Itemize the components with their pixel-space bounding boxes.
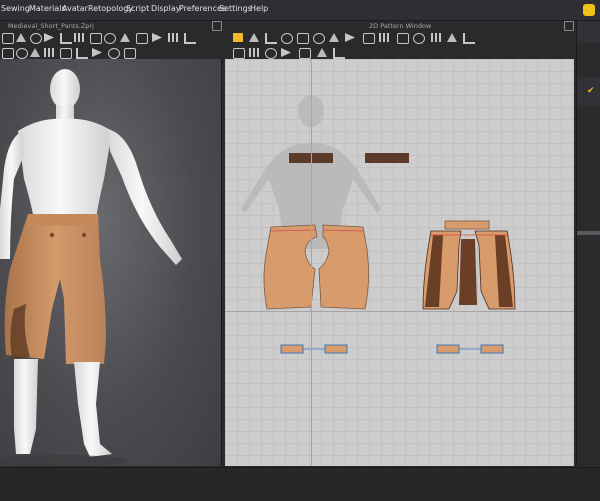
- menu-materials[interactable]: Materials: [29, 4, 66, 13]
- polygon-icon[interactable]: [329, 33, 339, 42]
- stress-map-icon[interactable]: [76, 48, 88, 59]
- menu-display[interactable]: Display: [151, 4, 181, 13]
- waistband-piece-right: [365, 153, 409, 163]
- grid-icon[interactable]: [249, 48, 259, 57]
- grading-icon[interactable]: [463, 33, 475, 44]
- maximize-icon[interactable]: [212, 21, 222, 31]
- pattern-window-2d[interactable]: [225, 59, 574, 466]
- segment-sewing-icon[interactable]: [397, 33, 409, 44]
- back-yoke-piece: [444, 220, 490, 230]
- button-tool-icon[interactable]: [447, 33, 457, 42]
- pants-waistband: [28, 214, 98, 226]
- rectangle-icon[interactable]: [297, 33, 309, 44]
- camera-icon[interactable]: [92, 48, 102, 57]
- play-icon[interactable]: [44, 33, 54, 42]
- free-sewing-icon[interactable]: [413, 33, 425, 44]
- avatar-scene: [0, 69, 182, 466]
- fold-icon[interactable]: [90, 33, 102, 44]
- skin-icon[interactable]: [16, 48, 28, 59]
- viewport-3d[interactable]: [0, 59, 222, 466]
- render-icon[interactable]: [124, 48, 136, 59]
- avatar-leg-right: [74, 362, 112, 457]
- menu-help[interactable]: Help: [250, 4, 268, 13]
- fitting-icon[interactable]: [136, 33, 148, 44]
- pants-button-left: [49, 232, 55, 238]
- panel-header: [577, 21, 600, 43]
- front-pant-piece-right: [318, 224, 369, 310]
- pattern-display-icon[interactable]: [233, 48, 245, 59]
- avatar-torso: [18, 118, 112, 219]
- rotate-icon[interactable]: [30, 33, 42, 44]
- avatar-head: [50, 69, 80, 109]
- edit-pattern-icon[interactable]: [249, 33, 259, 42]
- internal-line-icon[interactable]: [363, 33, 375, 44]
- measure-icon[interactable]: [74, 33, 84, 42]
- status-bar: [0, 467, 600, 501]
- texture-icon[interactable]: [168, 33, 178, 42]
- pin-icon[interactable]: [60, 33, 72, 44]
- tack-icon[interactable]: [104, 33, 116, 44]
- avatar-leg-left: [14, 359, 38, 454]
- pattern-canvas: [241, 95, 516, 354]
- transform-pattern-icon[interactable]: [233, 33, 243, 42]
- fold-pattern-icon[interactable]: [317, 48, 327, 57]
- clo-logo-icon[interactable]: [583, 4, 595, 16]
- select-icon[interactable]: [2, 33, 14, 44]
- maximize-icon[interactable]: [564, 21, 574, 31]
- simulate-icon[interactable]: [152, 33, 162, 42]
- panel-divider: [577, 231, 600, 235]
- floor-shadow: [0, 455, 130, 466]
- circle-icon[interactable]: [313, 33, 325, 44]
- window-title-2d: 2D Pattern Window: [369, 22, 432, 30]
- cuff-piece-4: [480, 344, 504, 354]
- axis-vertical: [311, 59, 312, 466]
- garment-display-icon[interactable]: [44, 48, 54, 57]
- pants-button-right: [81, 232, 87, 238]
- avatar-arm-right: [108, 129, 182, 265]
- skeleton-icon[interactable]: [30, 48, 40, 57]
- transform-icon[interactable]: [120, 33, 130, 42]
- cuff-piece-1: [280, 344, 304, 354]
- curve-point-icon[interactable]: [281, 33, 293, 44]
- window-title-3d: Medieval_Short_Pants.Zprj: [8, 22, 94, 30]
- move-icon[interactable]: [16, 33, 26, 42]
- avatar-display-icon[interactable]: [2, 48, 14, 59]
- menu-settings[interactable]: Settings: [219, 4, 252, 13]
- cuff-piece-3: [436, 344, 460, 354]
- menu-bar: Sewing Materials Avatar Retopology Scrip…: [0, 0, 600, 21]
- checkmark-icon[interactable]: ✔: [587, 86, 595, 96]
- menu-sewing[interactable]: Sewing: [1, 4, 30, 13]
- trace-icon[interactable]: [333, 48, 345, 59]
- menu-script[interactable]: Script: [126, 4, 149, 13]
- edit-point-icon[interactable]: [265, 33, 277, 44]
- symmetry-icon[interactable]: [299, 48, 311, 59]
- menu-avatar[interactable]: Avatar: [62, 4, 88, 13]
- toolbar-3d: Medieval_Short_Pants.Zprj: [0, 21, 222, 59]
- graphic-icon[interactable]: [184, 33, 196, 44]
- toolbar-2d: 2D Pattern Window: [225, 21, 574, 59]
- cuff-piece-2: [324, 344, 348, 354]
- back-center-panel: [459, 239, 477, 305]
- axis-horizontal: [225, 311, 574, 312]
- seam-icon[interactable]: [379, 33, 389, 42]
- front-pant-piece-left: [263, 224, 318, 310]
- dart-icon[interactable]: [345, 33, 355, 42]
- notch-icon[interactable]: [281, 48, 291, 57]
- topstitch-icon[interactable]: [431, 33, 441, 42]
- length-icon[interactable]: [265, 48, 277, 59]
- mesh-icon[interactable]: [60, 48, 72, 59]
- light-icon[interactable]: [108, 48, 120, 59]
